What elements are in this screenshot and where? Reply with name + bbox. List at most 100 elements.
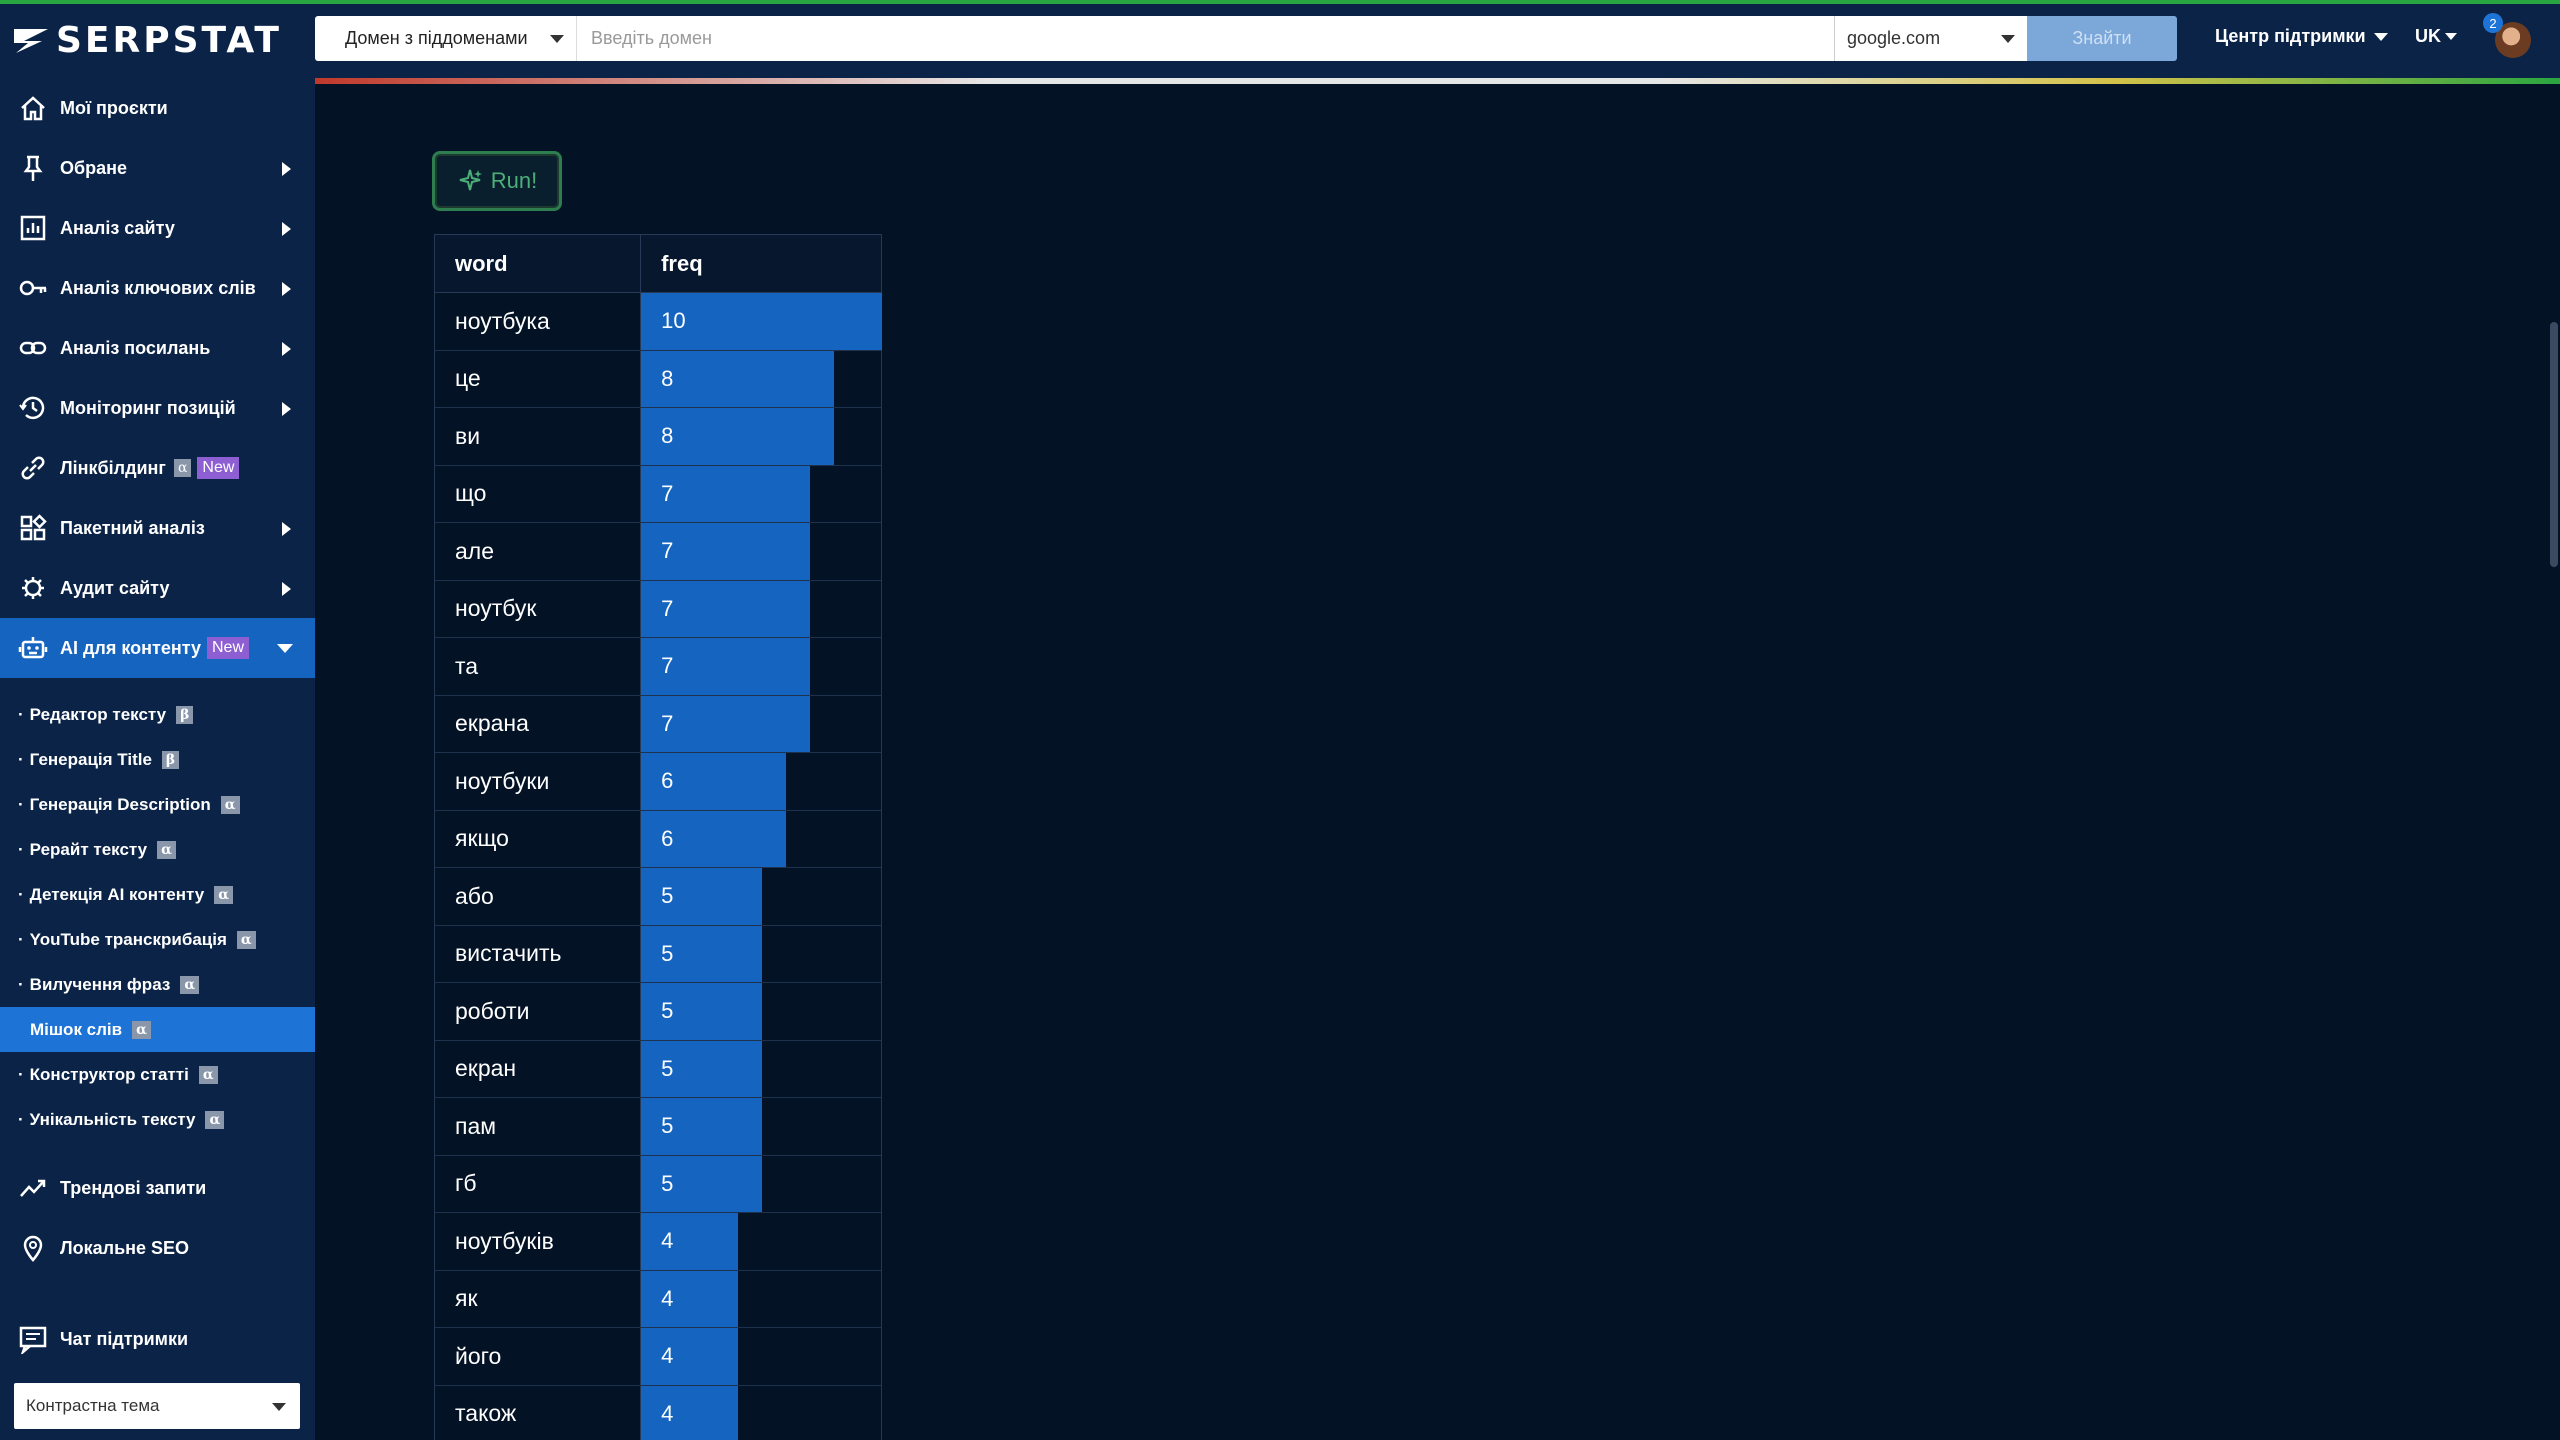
submenu-item-7[interactable]: Мішок слів α bbox=[0, 1007, 315, 1052]
submenu-item-5[interactable]: · YouTube транскрибація α bbox=[0, 917, 315, 962]
submenu-item-label: Мішок слів bbox=[30, 1019, 123, 1039]
stage-badge: α bbox=[205, 1110, 225, 1129]
chevron-right-icon bbox=[282, 162, 291, 176]
word-cell: також bbox=[435, 1385, 642, 1440]
chevron-down-icon bbox=[550, 35, 564, 43]
freq-cell: 7 bbox=[641, 465, 881, 522]
submenu-item-0[interactable]: · Редактор тексту β bbox=[0, 692, 315, 737]
bullet-icon: · bbox=[18, 929, 24, 949]
new-badge: New bbox=[206, 637, 249, 659]
page-scrollbar[interactable] bbox=[2550, 322, 2558, 567]
support-center-menu[interactable]: Центр підтримки bbox=[2215, 26, 2388, 47]
word-cell: екрана bbox=[435, 695, 642, 752]
freq-value: 4 bbox=[661, 1228, 674, 1254]
site-analysis-icon bbox=[16, 211, 50, 245]
language-value: UK bbox=[2415, 26, 2441, 46]
chevron-down-icon bbox=[2001, 35, 2015, 43]
column-header-word[interactable]: word bbox=[435, 235, 642, 293]
support-chat-item[interactable]: Чат підтримки bbox=[0, 1309, 315, 1369]
stage-badge: α bbox=[236, 930, 256, 949]
sidebar-item-5[interactable]: Моніторинг позицій bbox=[0, 378, 315, 438]
freq-cell: 5 bbox=[641, 1098, 881, 1155]
language-select[interactable]: UK bbox=[2415, 26, 2457, 47]
notification-badge[interactable]: 2 bbox=[2483, 13, 2503, 33]
stage-badge: α bbox=[132, 1020, 151, 1039]
bullet-icon: · bbox=[18, 749, 24, 769]
sidebar-item-3[interactable]: Аналіз ключових слів bbox=[0, 258, 315, 318]
sidebar-item-0[interactable]: Мої проєкти bbox=[0, 78, 315, 138]
sidebar-item-2[interactable]: Аналіз сайту bbox=[0, 198, 315, 258]
submenu-item-2[interactable]: · Генерація Description α bbox=[0, 782, 315, 827]
word-cell: ноутбука bbox=[435, 293, 642, 350]
domain-type-select[interactable]: Домен з піддоменами bbox=[315, 16, 577, 61]
sidebar-item-6[interactable]: Лінкбілдинг α New bbox=[0, 438, 315, 498]
submenu-item-1[interactable]: · Генерація Title β bbox=[0, 737, 315, 782]
submenu-item-label: Вилучення фраз bbox=[29, 974, 171, 994]
key-icon bbox=[16, 271, 50, 305]
chevron-right-icon bbox=[282, 282, 291, 296]
freq-cell: 6 bbox=[641, 810, 881, 867]
submenu-item-8[interactable]: · Конструктор статті α bbox=[0, 1052, 315, 1097]
sidebar-bottom-item-1[interactable]: Локальне SEO bbox=[0, 1218, 315, 1278]
run-button[interactable]: Run! bbox=[432, 151, 562, 211]
submenu-item-label: Генерація Description bbox=[29, 794, 211, 814]
submenu-item-label: Унікальність тексту bbox=[29, 1109, 196, 1129]
submenu-item-9[interactable]: · Унікальність тексту α bbox=[0, 1097, 315, 1142]
sidebar-item-1[interactable]: Обране bbox=[0, 138, 315, 198]
column-header-freq[interactable]: freq bbox=[641, 235, 881, 293]
word-cell: це bbox=[435, 350, 642, 407]
word-cell: ноутбук bbox=[435, 580, 642, 637]
freq-cell: 5 bbox=[641, 925, 881, 982]
theme-select[interactable]: Контрастна тема bbox=[14, 1383, 300, 1429]
table-header: word freq bbox=[435, 235, 881, 293]
submenu-item-3[interactable]: · Рерайт тексту α bbox=[0, 827, 315, 872]
word-cell: ноутбуки bbox=[435, 753, 642, 810]
submenu-item-6[interactable]: · Вилучення фраз α bbox=[0, 962, 315, 1007]
submenu-item-4[interactable]: · Детекція AI контенту α bbox=[0, 872, 315, 917]
search-engine-value: google.com bbox=[1847, 28, 1941, 48]
freq-value: 7 bbox=[661, 710, 674, 736]
word-cell: якщо bbox=[435, 810, 642, 867]
word-frequency-table: word freq ноутбука 10 це 8 ви 8 що 7 але 7 ноутбук… bbox=[434, 234, 883, 1440]
logo[interactable]: SERPSTAT bbox=[12, 20, 282, 61]
table-row: його 4 bbox=[435, 1328, 881, 1386]
serpstat-logo-icon bbox=[14, 29, 48, 53]
bullet-icon: · bbox=[18, 884, 24, 904]
new-badge: New bbox=[197, 457, 240, 479]
nav-item-label: Лінкбілдинг bbox=[60, 457, 166, 478]
stage-badge: α bbox=[220, 795, 240, 814]
sidebar-item-4[interactable]: Аналіз посилань bbox=[0, 318, 315, 378]
sidebar-item-8[interactable]: Аудит сайту bbox=[0, 558, 315, 618]
sidebar-item-7[interactable]: Пакетний аналіз bbox=[0, 498, 315, 558]
table-row: ноутбуки 6 bbox=[435, 753, 881, 811]
freq-cell: 7 bbox=[641, 638, 881, 695]
table-row: пам 5 bbox=[435, 1098, 881, 1156]
bullet-icon: · bbox=[18, 1109, 24, 1129]
word-cell: його bbox=[435, 1328, 642, 1385]
domain-input-placeholder: Введіть домен bbox=[591, 28, 712, 48]
chevron-down-icon bbox=[2445, 33, 2457, 40]
submenu-item-label: YouTube транскрибація bbox=[29, 929, 227, 949]
robot-icon bbox=[16, 631, 50, 665]
freq-cell: 5 bbox=[641, 1155, 881, 1212]
table-row: це 8 bbox=[435, 350, 881, 408]
chevron-down-icon bbox=[277, 644, 293, 653]
word-cell: вистачить bbox=[435, 925, 642, 982]
freq-value: 7 bbox=[661, 595, 674, 621]
alpha-badge: α bbox=[173, 459, 192, 477]
freq-bar bbox=[641, 1328, 738, 1385]
search-engine-select[interactable]: google.com bbox=[1834, 16, 2027, 61]
word-cell: екран bbox=[435, 1040, 642, 1097]
domain-input[interactable]: Введіть домен bbox=[577, 16, 1834, 61]
nav-item-label: AI для контенту bbox=[60, 637, 201, 658]
sidebar-bottom-item-0[interactable]: Трендові запити bbox=[0, 1158, 315, 1218]
freq-cell: 6 bbox=[641, 753, 881, 810]
link-icon bbox=[16, 331, 50, 365]
freq-bar bbox=[641, 1213, 738, 1270]
find-button[interactable]: Знайти bbox=[2027, 16, 2177, 61]
sidebar-item-9[interactable]: AI для контенту New bbox=[0, 618, 315, 678]
word-cell: але bbox=[435, 523, 642, 580]
theme-select-value: Контрастна тема bbox=[26, 1396, 160, 1415]
stage-badge: β bbox=[176, 705, 194, 724]
freq-cell: 7 bbox=[641, 523, 881, 580]
